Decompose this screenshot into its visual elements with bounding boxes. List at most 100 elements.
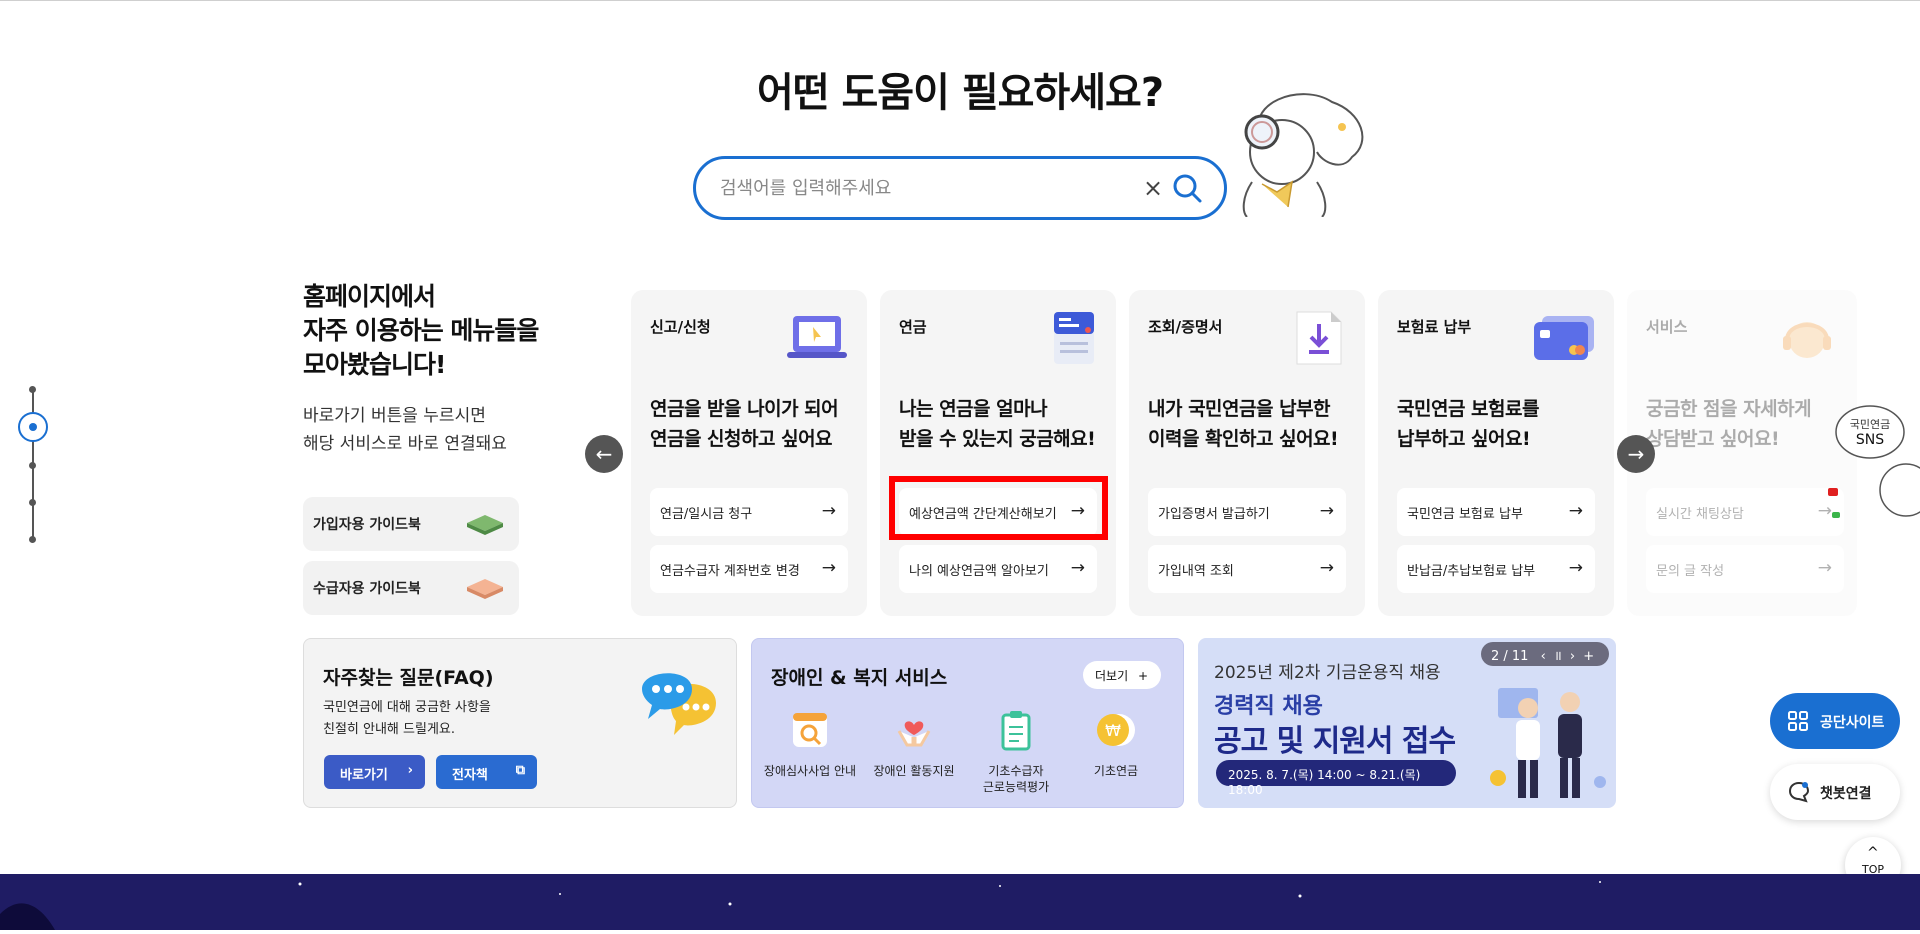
chatbot-button[interactable]: 챗봇연결 xyxy=(1770,764,1900,820)
carousel-next-button[interactable]: → xyxy=(1617,435,1655,473)
welfare-item[interactable]: 기초수급자 근로능력평가 xyxy=(966,709,1066,795)
search-bar: × xyxy=(693,156,1227,220)
download-document-icon xyxy=(1296,311,1342,365)
laptop-icon xyxy=(787,316,847,358)
link-refund-payment[interactable]: 반납금/추납보험료 납부 → xyxy=(1397,545,1595,593)
banner-line1: 2025년 제2차 기금운용직 채용 xyxy=(1214,663,1441,683)
footer-banner xyxy=(0,874,1920,930)
card-desc: 연금을 받을 나이가 되어 연금을 신청하고 싶어요 xyxy=(650,398,839,450)
highlight-box xyxy=(889,476,1108,540)
link-my-estimate[interactable]: 나의 예상연금액 알아보기 → xyxy=(899,545,1097,593)
sns-label-line1: 국민연금 xyxy=(1850,418,1890,431)
link-certificate-issue[interactable]: 가입증명서 발급하기 → xyxy=(1148,488,1346,536)
headset-icon xyxy=(1783,322,1831,358)
timeline-dot[interactable] xyxy=(29,499,36,506)
link-live-chat[interactable]: 실시간 채팅상담 → xyxy=(1646,488,1844,536)
external-link-icon: ⧉ xyxy=(515,763,525,778)
pause-icon[interactable]: ॥ xyxy=(1554,649,1562,664)
clipboard-icon xyxy=(1001,711,1031,751)
intro-desc: 바로가기 버튼을 누르시면 해당 서비스로 바로 연결돼요 xyxy=(303,406,507,454)
chat-bubbles-icon xyxy=(642,673,716,735)
welfare-item[interactable]: ₩ 기초연금 xyxy=(1066,709,1166,779)
link-inquiry-write[interactable]: 문의 글 작성 → xyxy=(1646,545,1844,593)
carousel-prev-button[interactable]: ← xyxy=(585,435,623,473)
search-button[interactable] xyxy=(1170,171,1204,205)
menu-card-pension: 연금 나는 연금을 얼마나 받을 수 있는지 궁금해요! 예상연금액 간단계산해보… xyxy=(880,290,1116,616)
page-title: 어떤 도움이 필요하세요? xyxy=(756,70,1164,116)
chevron-right-icon: › xyxy=(407,763,413,778)
arrow-right-icon: → xyxy=(821,558,836,578)
faq-go-button[interactable]: 바로가기 › xyxy=(324,755,425,789)
card-category: 연금 xyxy=(899,318,927,336)
menu-card-payment: 보험료 납부 국민연금 보험료를 납부하고 싶어요! 국민연금 보험료 납부 → 반… xyxy=(1378,290,1614,616)
plus-icon: + xyxy=(1137,669,1149,683)
chevron-right-icon[interactable]: › xyxy=(1570,649,1575,664)
chevron-left-icon[interactable]: ‹ xyxy=(1541,649,1546,664)
search-doc-icon xyxy=(793,713,827,747)
agency-site-button[interactable]: 공단사이트 xyxy=(1770,693,1900,749)
search-icon xyxy=(1173,174,1202,203)
credit-card-icon xyxy=(1534,316,1594,360)
chevron-up-icon: ^ xyxy=(1867,845,1879,861)
arrow-right-icon: → xyxy=(1568,501,1583,521)
card-category: 서비스 xyxy=(1646,318,1688,336)
recruit-banner[interactable]: 2025년 제2차 기금운용직 채용 경력직 채용 공고 및 지원서 접수 20… xyxy=(1198,638,1616,808)
timeline-dot[interactable] xyxy=(29,462,36,469)
banner-date: 2025. 8. 7.(목) 14:00 ~ 8.21.(목) 18:00 xyxy=(1216,760,1456,797)
arrow-right-icon: → xyxy=(1319,558,1334,578)
mascot-illustration xyxy=(1242,93,1364,217)
arrow-right-icon: → xyxy=(1319,501,1334,521)
plus-icon[interactable]: + xyxy=(1583,649,1594,664)
welfare-item-label: 기초수급자 근로능력평가 xyxy=(982,764,1050,794)
guidebook-label: 수급자용 가이드북 xyxy=(313,581,421,597)
arrow-right-icon: → xyxy=(821,501,836,521)
book-icon xyxy=(467,515,503,535)
welfare-item-label: 장애심사사업 안내 xyxy=(763,764,857,778)
card-desc: 국민연금 보험료를 납부하고 싶어요! xyxy=(1397,398,1539,450)
clear-button[interactable]: × xyxy=(1140,175,1166,201)
welfare-item-label: 장애인 활동지원 xyxy=(873,764,955,778)
timeline-dot[interactable] xyxy=(29,536,36,543)
timeline-dot-active[interactable] xyxy=(18,412,48,442)
calendar-icon xyxy=(1054,312,1094,364)
book-icon xyxy=(467,579,503,599)
heart-hands-icon xyxy=(897,721,931,747)
svg-text:₩: ₩ xyxy=(1105,721,1121,740)
guidebook-subscriber[interactable]: 가입자용 가이드북 xyxy=(303,497,519,551)
banner-pager: 2 / 11 ‹ ॥ › + xyxy=(1481,642,1609,666)
link-pension-claim[interactable]: 연금/일시금 청구 → xyxy=(650,488,848,536)
ebook-button[interactable]: 전자책 ⧉ xyxy=(436,755,537,789)
welfare-panel: 장애인 & 복지 서비스 더보기 + 장애심사사업 안내 장애인 활동지원 기초… xyxy=(751,638,1184,808)
card-category: 조회/증명서 xyxy=(1148,318,1223,336)
intro-section: 홈페이지에서 자주 이용하는 메뉴들을 모아봤습니다! 바로가기 버튼을 누르시… xyxy=(303,280,573,458)
timeline-dot[interactable] xyxy=(29,386,36,393)
sns-mascot-illustration: 국민연금 SNS xyxy=(1828,405,1920,518)
link-premium-payment[interactable]: 국민연금 보험료 납부 → xyxy=(1397,488,1595,536)
grid-icon xyxy=(1788,711,1808,731)
won-coin-icon: ₩ xyxy=(1097,714,1135,746)
top-divider xyxy=(0,0,1920,1)
card-desc: 나는 연금을 얼마나 받을 수 있는지 궁금해요! xyxy=(899,398,1096,450)
faq-panel: 자주찾는 질문(FAQ) 국민연금에 대해 궁금한 사항을 친절히 안내해 드릴게… xyxy=(303,638,737,808)
arrow-right-icon: → xyxy=(1070,558,1085,578)
sns-label-line2: SNS xyxy=(1856,432,1884,448)
card-desc: 내가 국민연금을 납부한 이력을 확인하고 싶어요! xyxy=(1148,398,1339,450)
welfare-item[interactable]: 장애인 활동지원 xyxy=(864,709,964,779)
welfare-item[interactable]: 장애심사사업 안내 xyxy=(760,709,860,779)
guidebook-label: 가입자용 가이드북 xyxy=(313,517,421,533)
menu-card-application: 신고/신청 연금을 받을 나이가 되어 연금을 신청하고 싶어요 연금/일시금 청… xyxy=(631,290,867,616)
link-account-change[interactable]: 연금수급자 계좌번호 변경 → xyxy=(650,545,848,593)
banner-line3: 공고 및 지원서 접수 xyxy=(1214,724,1456,759)
faq-title: 자주찾는 질문(FAQ) xyxy=(323,667,494,689)
link-history-lookup[interactable]: 가입내역 조회 → xyxy=(1148,545,1346,593)
office-workers-illustration xyxy=(1490,688,1606,798)
intro-title: 홈페이지에서 자주 이용하는 메뉴들을 모아봤습니다! xyxy=(303,282,539,379)
more-button[interactable]: 더보기 + xyxy=(1083,661,1161,689)
arrow-right-icon: → xyxy=(1568,558,1583,578)
menu-card-certificate: 조회/증명서 내가 국민연금을 납부한 이력을 확인하고 싶어요! 가입증명서 발… xyxy=(1129,290,1365,616)
card-category: 신고/신청 xyxy=(650,318,711,336)
welfare-title: 장애인 & 복지 서비스 xyxy=(771,667,948,689)
search-input[interactable] xyxy=(720,172,1120,204)
guidebook-recipient[interactable]: 수급자용 가이드북 xyxy=(303,561,519,615)
welfare-item-label: 기초연금 xyxy=(1093,764,1139,778)
